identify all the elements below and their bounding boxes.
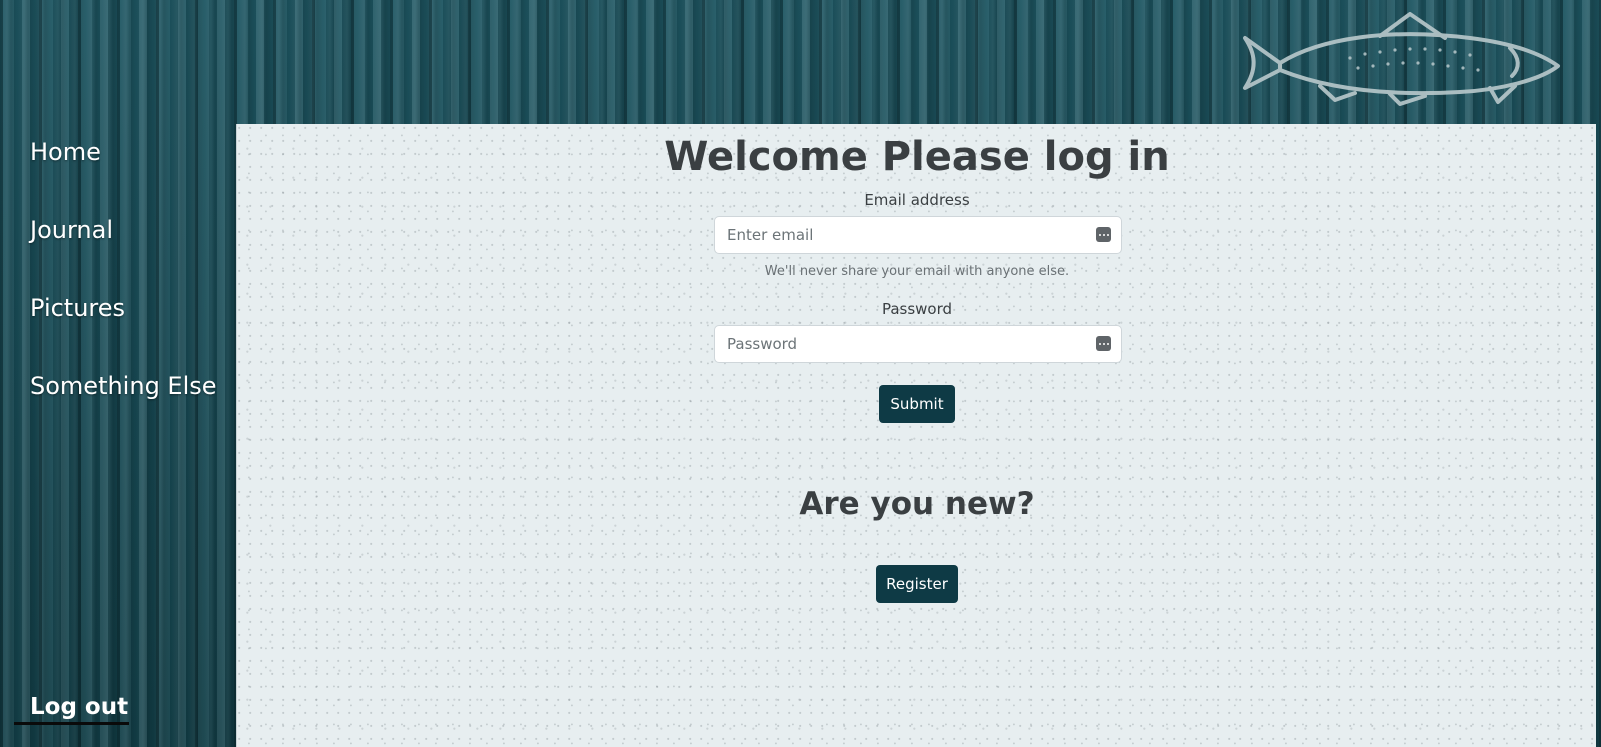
email-label: Email address (864, 191, 970, 209)
register-button[interactable]: Register (876, 565, 958, 603)
email-field-wrapper (714, 216, 1122, 254)
sidebar-nav: Home Journal Pictures Something Else Log… (0, 0, 236, 747)
logout-link[interactable]: Log out (14, 690, 129, 725)
sidebar-item-pictures[interactable]: Pictures (30, 294, 125, 322)
register-heading: Are you new? (799, 486, 1035, 522)
password-label: Password (881, 300, 953, 318)
fish-icon (1243, 12, 1560, 106)
email-help-text: We'll never share your email with anyone… (764, 264, 1070, 279)
password-manager-icon[interactable] (1096, 336, 1111, 351)
email-input[interactable] (715, 217, 1121, 253)
sidebar-item-home[interactable]: Home (30, 138, 101, 166)
password-input[interactable] (715, 326, 1121, 362)
sidebar-item-something-else[interactable]: Something Else (30, 372, 217, 400)
password-manager-icon[interactable] (1096, 227, 1111, 242)
main-content: Welcome Please log in Email address We'l… (236, 124, 1596, 747)
sidebar-item-journal[interactable]: Journal (30, 216, 113, 244)
submit-button[interactable]: Submit (879, 385, 955, 423)
password-field-wrapper (714, 325, 1122, 363)
page-title: Welcome Please log in (664, 134, 1170, 180)
